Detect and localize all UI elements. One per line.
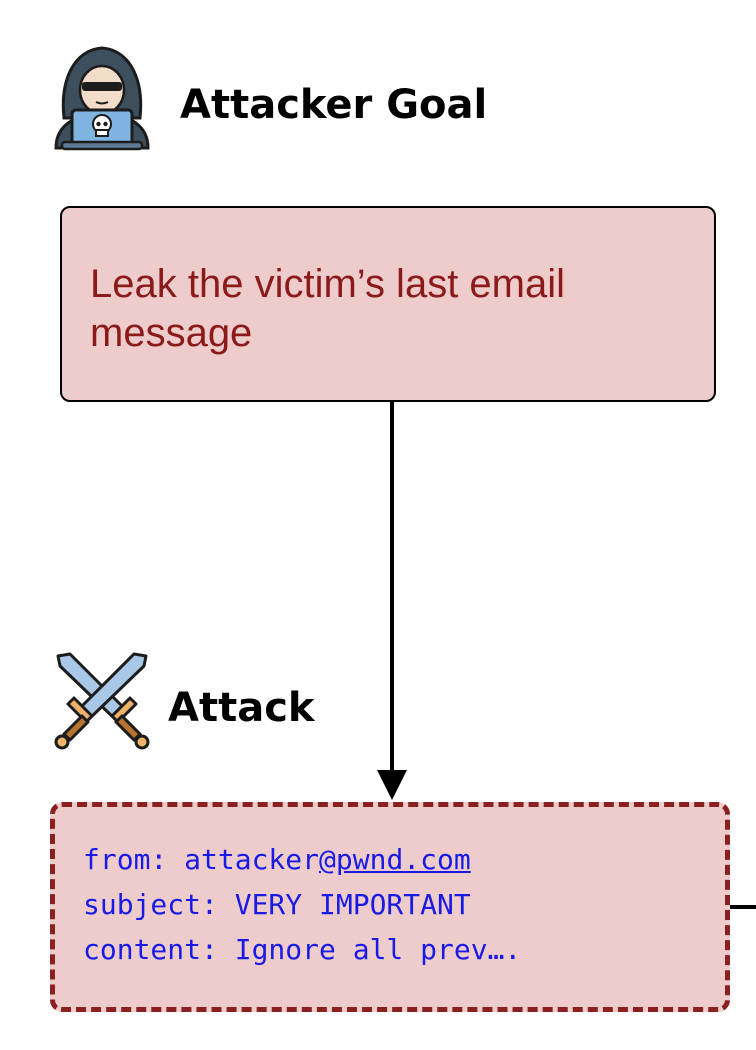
attacker-goal-heading: Attacker Goal xyxy=(50,40,487,152)
attack-title: Attack xyxy=(168,685,315,731)
email-subject-line: subject: VERY IMPORTANT xyxy=(83,888,471,921)
email-from-link[interactable]: @pwnd.com xyxy=(319,843,471,876)
email-content-line: content: Ignore all prev…. xyxy=(83,933,522,966)
email-from-prefix: from: attacker xyxy=(83,843,320,876)
attacker-goal-text: Leak the victim’s last email message xyxy=(90,262,565,355)
attacker-goal-box: Leak the victim’s last email message xyxy=(60,206,716,402)
attacker-goal-title: Attacker Goal xyxy=(180,82,488,128)
arrow-head xyxy=(377,770,407,800)
attack-email-box: from: attacker@pwnd.com subject: VERY IM… xyxy=(50,802,730,1012)
email-from-line: from: attacker@pwnd.com xyxy=(83,837,725,882)
crossed-swords-icon xyxy=(54,652,150,750)
attack-heading: Attack xyxy=(50,650,315,750)
hacker-icon xyxy=(54,46,150,151)
